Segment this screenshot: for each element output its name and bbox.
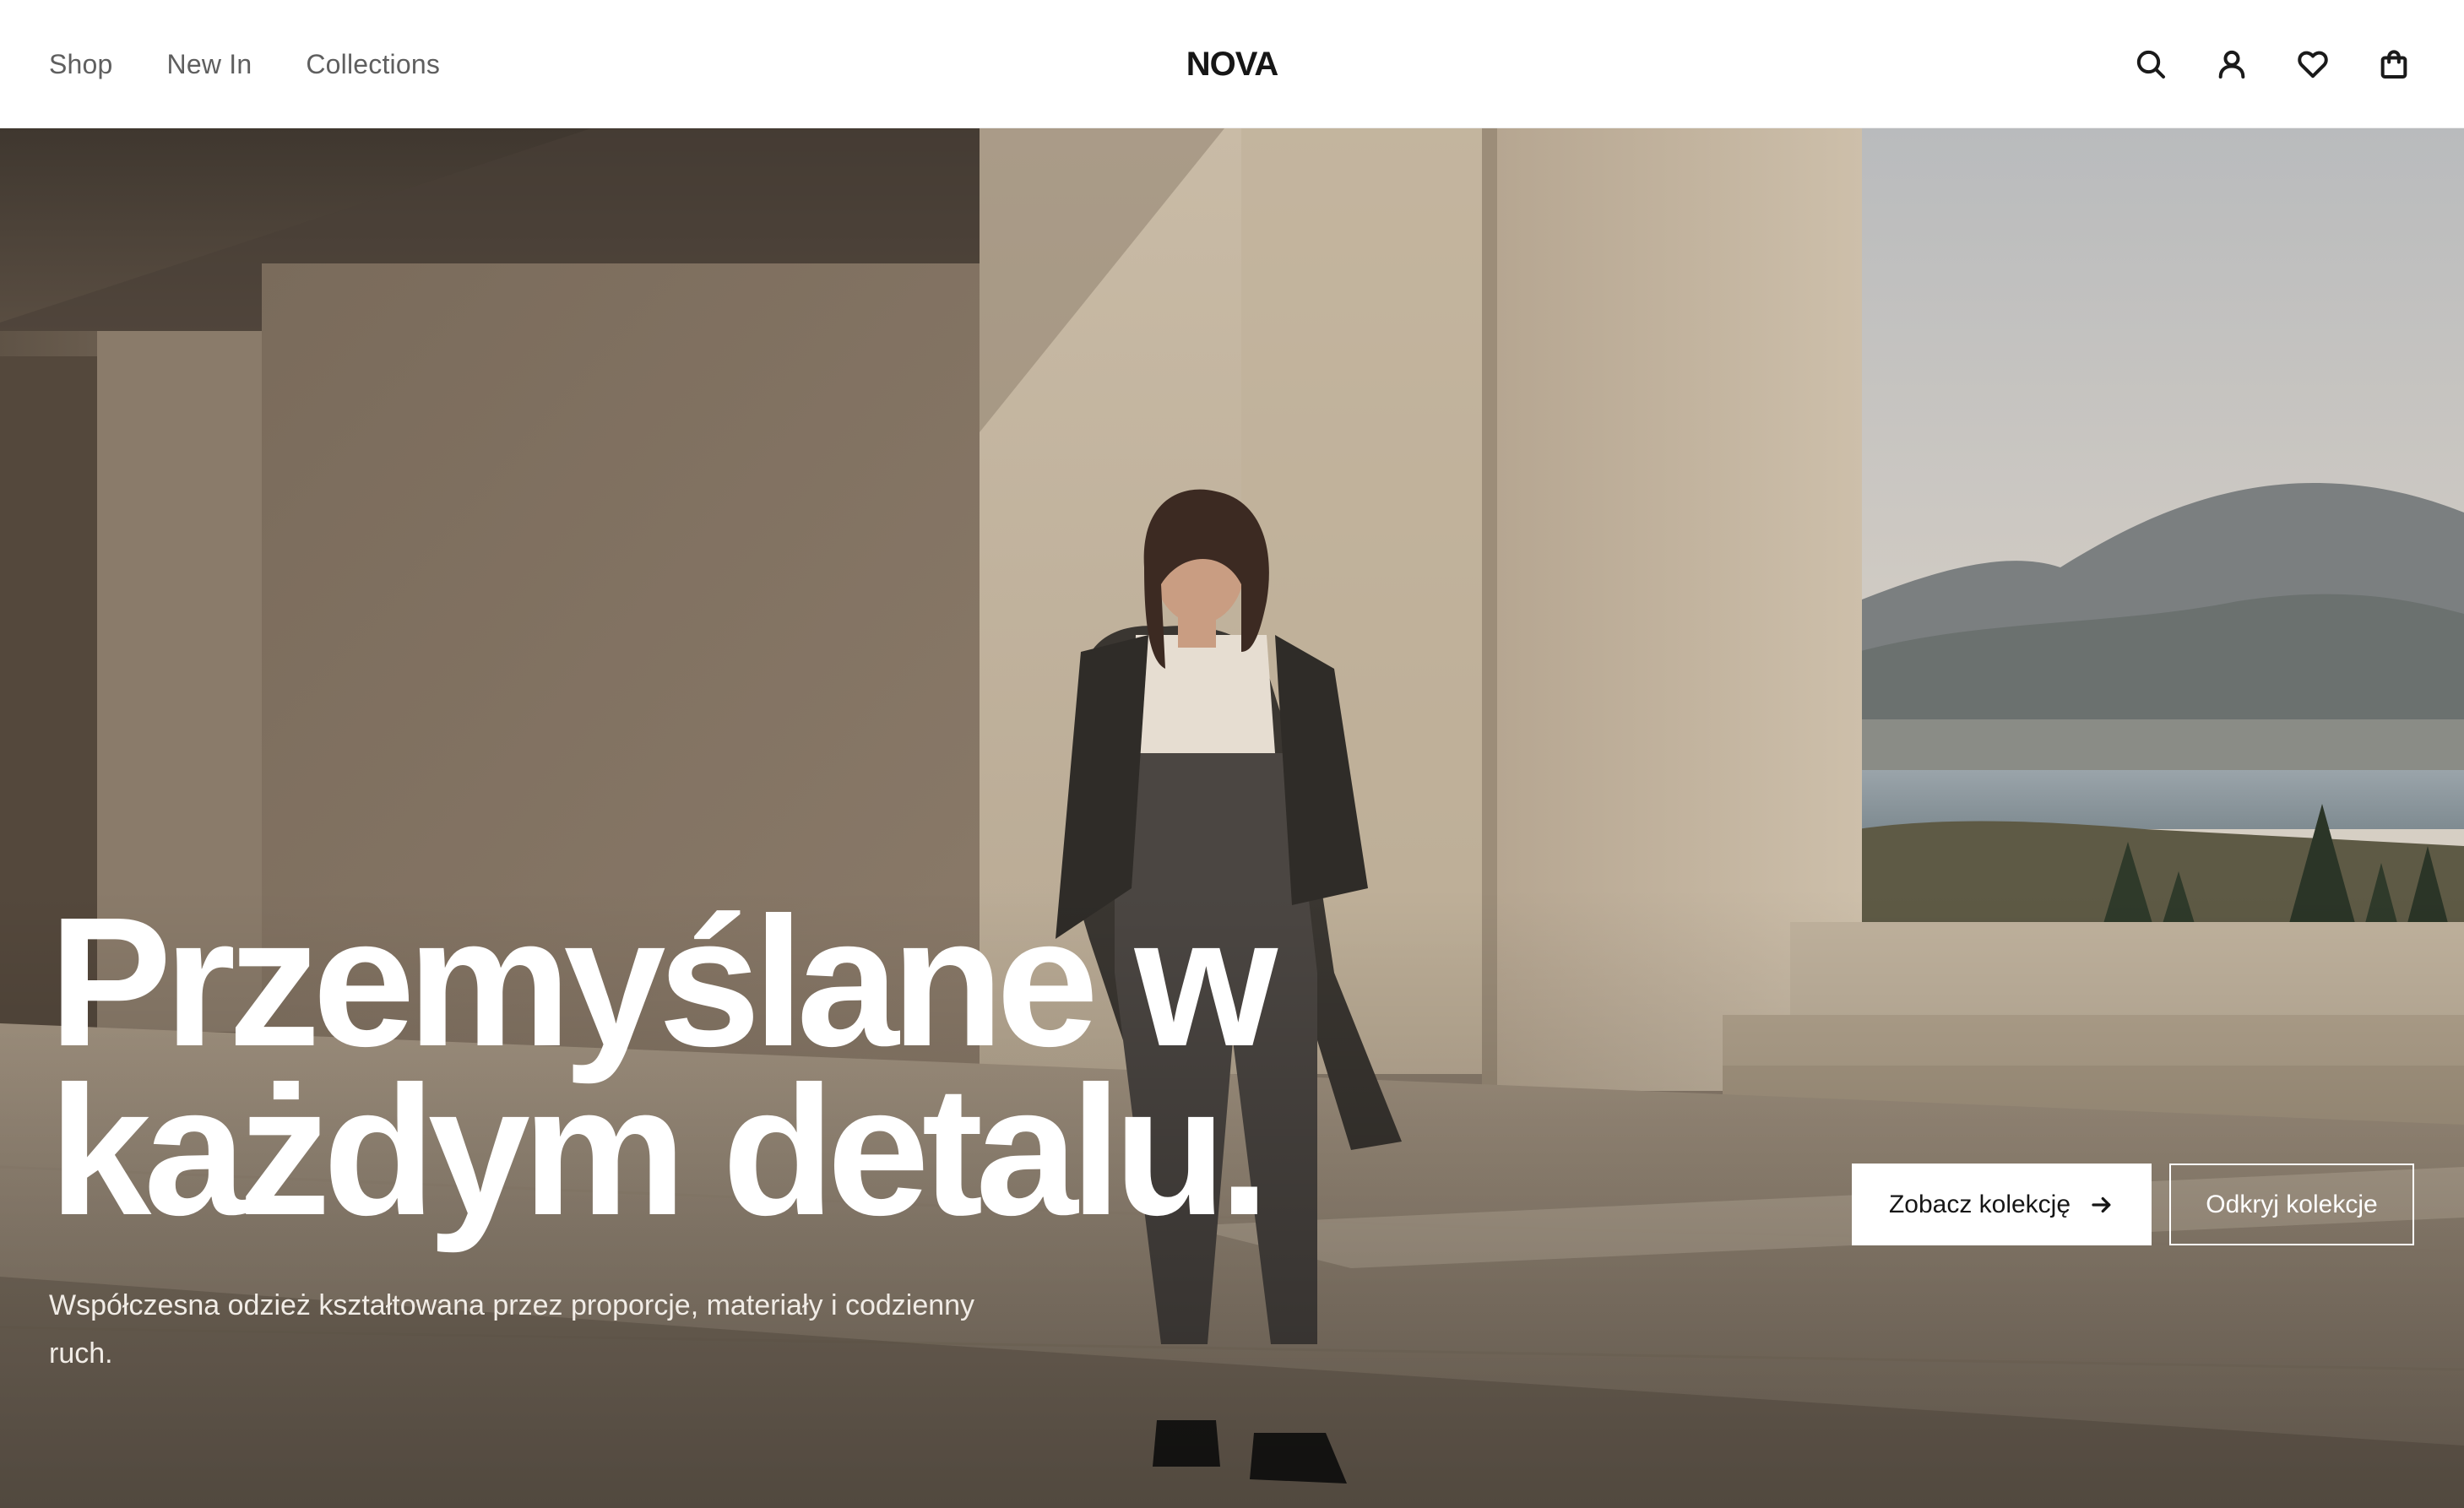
view-collection-button[interactable]: Zobacz kolekcję	[1852, 1164, 2152, 1245]
nav-collections[interactable]: Collections	[306, 49, 440, 80]
hero-banner: Przemyślane w każdym detalu. Współczesna…	[0, 128, 2464, 1508]
search-icon[interactable]	[2130, 43, 2172, 85]
view-collection-label: Zobacz kolekcję	[1888, 1190, 2071, 1218]
nav-shop[interactable]: Shop	[49, 49, 113, 80]
hero-subtext: Współczesna odzież kształtowana przez pr…	[49, 1289, 975, 1370]
arrow-right-icon	[2092, 1196, 2111, 1212]
bag-icon[interactable]	[2373, 43, 2415, 85]
header-actions	[2130, 0, 2415, 128]
user-icon[interactable]	[2211, 43, 2253, 85]
brand-logo[interactable]: NOVA	[1186, 0, 1279, 128]
heart-icon[interactable]	[2292, 43, 2334, 85]
site-header: Shop New In Collections NOVA	[0, 0, 2464, 128]
main-nav: Shop New In Collections	[49, 0, 440, 128]
hero-headline-line-2: każdym detalu.	[49, 1049, 1270, 1254]
hero-headline: Przemyślane w każdym detalu.	[49, 880, 1400, 1254]
hero-headline-line-1: Przemyślane w	[49, 880, 1278, 1085]
discover-collections-button[interactable]: Odkryj kolekcje	[2169, 1164, 2414, 1245]
nav-new-in[interactable]: New In	[167, 49, 252, 80]
